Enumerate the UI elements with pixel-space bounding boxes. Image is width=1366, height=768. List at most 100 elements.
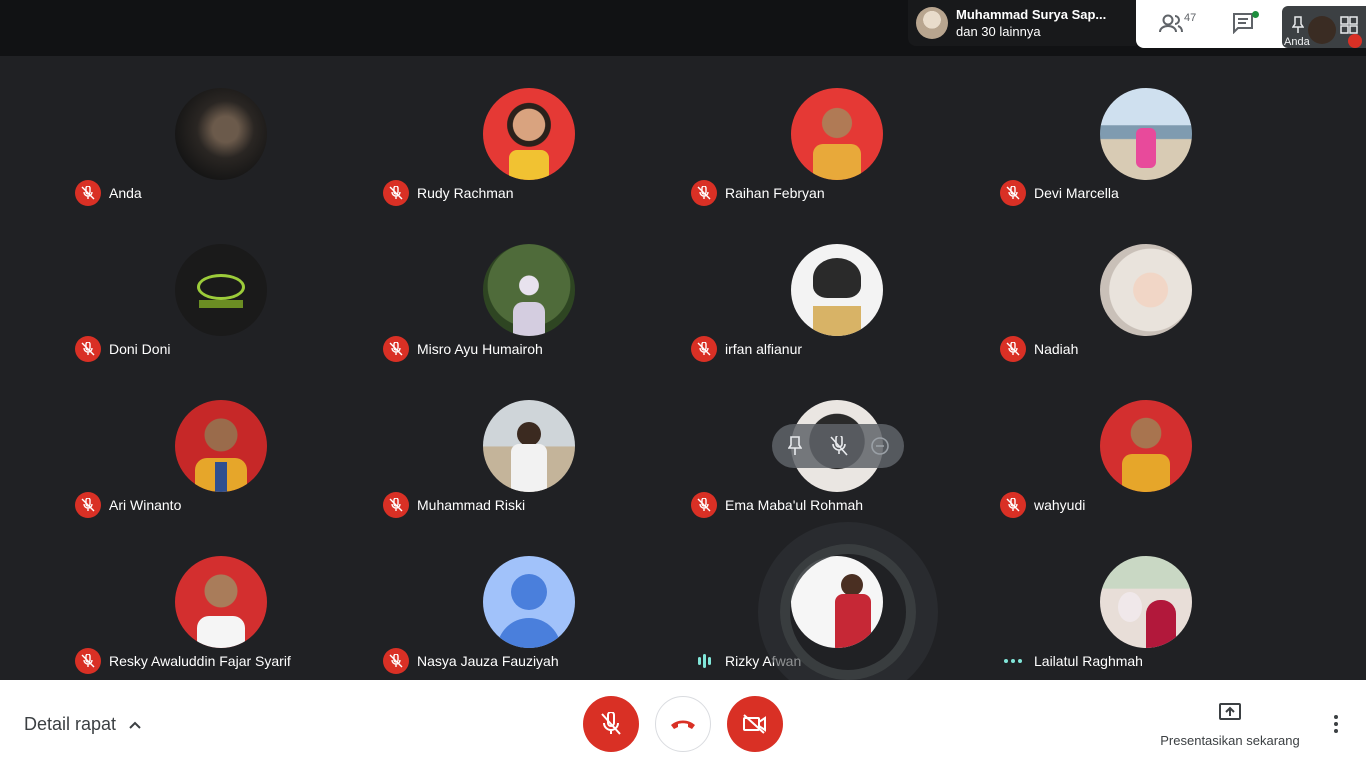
participant-tile[interactable]: Devi Marcella bbox=[992, 56, 1300, 212]
participant-tile[interactable]: Raihan Febryan bbox=[683, 56, 991, 212]
more-options-icon[interactable] bbox=[1328, 712, 1344, 736]
participant-tile[interactable]: Ari Winanto bbox=[67, 368, 375, 524]
participant-tile[interactable]: Resky Awaluddin Fajar Syarif bbox=[67, 524, 375, 680]
participant-name: Rizky Afwan bbox=[725, 653, 802, 669]
present-now-label: Presentasikan sekarang bbox=[1160, 733, 1300, 748]
participant-tile[interactable]: wahyudi bbox=[992, 368, 1300, 524]
hang-up-icon bbox=[671, 720, 695, 729]
mic-off-icon bbox=[75, 648, 101, 674]
presenter-name: Muhammad Surya Sap... bbox=[956, 7, 1107, 22]
participant-tile[interactable]: irfan alfianur bbox=[683, 212, 991, 368]
tile-hover-controls bbox=[772, 424, 904, 468]
participant-tile[interactable]: Rudy Rachman bbox=[375, 56, 683, 212]
self-mute-icon bbox=[1348, 34, 1362, 48]
participant-name-row: Muhammad Riski bbox=[383, 492, 525, 518]
microphone-toggle-button[interactable] bbox=[583, 696, 639, 752]
presenter-chip[interactable]: Muhammad Surya Sap... dan 30 lainnya bbox=[908, 0, 1136, 46]
mic-off-icon bbox=[691, 180, 717, 206]
participant-name-row: wahyudi bbox=[1000, 492, 1085, 518]
camera-toggle-button[interactable] bbox=[727, 696, 783, 752]
participant-name-row: irfan alfianur bbox=[691, 336, 802, 362]
participant-name: Ema Maba'ul Rohmah bbox=[725, 497, 864, 513]
mic-off-icon bbox=[691, 492, 717, 518]
participant-avatar bbox=[175, 244, 267, 336]
mic-off-icon bbox=[383, 336, 409, 362]
participant-avatar bbox=[791, 88, 883, 180]
participant-name: Ari Winanto bbox=[109, 497, 182, 513]
remove-icon[interactable] bbox=[870, 436, 890, 456]
top-actions: 47 Anda bbox=[1136, 0, 1366, 48]
mute-participant-icon[interactable] bbox=[830, 436, 848, 456]
participant-name-row: Rizky Afwan bbox=[691, 648, 801, 674]
participant-tile[interactable]: Nadiah bbox=[992, 212, 1300, 368]
participant-avatar bbox=[791, 244, 883, 336]
participant-name: Muhammad Riski bbox=[417, 497, 526, 513]
self-label: Anda bbox=[1284, 36, 1310, 48]
participant-avatar bbox=[483, 556, 575, 648]
participant-name-row: Resky Awaluddin Fajar Syarif bbox=[75, 648, 291, 674]
participant-name-row: Devi Marcella bbox=[1000, 180, 1119, 206]
connecting-dots-icon bbox=[1000, 648, 1026, 674]
chevron-up-icon bbox=[129, 721, 141, 729]
participant-name-row: Nadiah bbox=[1000, 336, 1078, 362]
meeting-details-button[interactable]: Detail rapat bbox=[24, 714, 142, 735]
layout-icon[interactable] bbox=[1340, 16, 1358, 34]
participant-avatar bbox=[483, 400, 575, 492]
camera-off-icon bbox=[743, 714, 766, 734]
participant-name: Resky Awaluddin Fajar Syarif bbox=[109, 653, 291, 669]
participant-avatar bbox=[175, 88, 267, 180]
participant-name: Nadiah bbox=[1034, 341, 1079, 357]
participant-name: Lailatul Raghmah bbox=[1034, 653, 1143, 669]
present-now-button[interactable]: Presentasikan sekarang bbox=[1150, 702, 1310, 748]
participant-name-row: Anda bbox=[75, 180, 142, 206]
participant-name-row: Rudy Rachman bbox=[383, 180, 514, 206]
mic-off-icon bbox=[383, 492, 409, 518]
mic-off-icon bbox=[75, 492, 101, 518]
participant-tile[interactable]: Muhammad Riski bbox=[375, 368, 683, 524]
participant-name-row: Nasya Jauza Fauziyah bbox=[383, 648, 559, 674]
participant-avatar bbox=[175, 556, 267, 648]
leave-call-button[interactable] bbox=[655, 696, 711, 752]
participant-name: Devi Marcella bbox=[1034, 185, 1119, 201]
people-icon[interactable] bbox=[1158, 12, 1184, 36]
participant-avatar bbox=[1100, 88, 1192, 180]
mic-off-icon bbox=[1000, 180, 1026, 206]
participant-avatar bbox=[483, 244, 575, 336]
participant-name-row: Misro Ayu Humairoh bbox=[383, 336, 543, 362]
self-avatar bbox=[1308, 16, 1336, 44]
participant-tile[interactable]: Anda bbox=[67, 56, 375, 212]
participant-name: wahyudi bbox=[1034, 497, 1086, 513]
participant-tile[interactable]: Doni Doni bbox=[67, 212, 375, 368]
participant-tile[interactable]: Lailatul Raghmah bbox=[992, 524, 1300, 680]
participant-tile[interactable]: Misro Ayu Humairoh bbox=[375, 212, 683, 368]
mic-off-icon bbox=[1000, 336, 1026, 362]
participant-name: Misro Ayu Humairoh bbox=[417, 341, 543, 357]
chat-icon[interactable] bbox=[1232, 12, 1254, 34]
participant-name: Rudy Rachman bbox=[417, 185, 514, 201]
participant-avatar bbox=[1100, 400, 1192, 492]
pin-icon[interactable] bbox=[1292, 16, 1304, 34]
participant-name: Raihan Febryan bbox=[725, 185, 825, 201]
participant-avatar bbox=[175, 400, 267, 492]
participant-name-row: Raihan Febryan bbox=[691, 180, 825, 206]
participant-tile[interactable]: Nasya Jauza Fauziyah bbox=[375, 524, 683, 680]
mic-off-icon bbox=[691, 336, 717, 362]
participant-name: irfan alfianur bbox=[725, 341, 803, 357]
pin-icon[interactable] bbox=[788, 436, 802, 456]
speaking-indicator-ring bbox=[780, 544, 916, 680]
mic-off-icon bbox=[75, 180, 101, 206]
self-view-tile[interactable]: Anda bbox=[1282, 6, 1366, 48]
participant-grid: Anda Rudy Rachman Raihan Febryan Devi Ma… bbox=[67, 56, 1300, 680]
chat-notification-dot bbox=[1252, 11, 1259, 18]
presenter-text: Muhammad Surya Sap... dan 30 lainnya bbox=[956, 6, 1106, 40]
mic-off-icon bbox=[75, 336, 101, 362]
participant-name: Nasya Jauza Fauziyah bbox=[417, 653, 559, 669]
participant-avatar bbox=[483, 88, 575, 180]
mic-off-icon bbox=[601, 712, 621, 735]
participant-name: Anda bbox=[109, 185, 142, 201]
mic-off-icon bbox=[383, 180, 409, 206]
bottom-bar: Detail rapat Presentasikan sekarang bbox=[0, 680, 1366, 768]
participant-name-row: Ema Maba'ul Rohmah bbox=[691, 492, 863, 518]
participant-name: Doni Doni bbox=[109, 341, 171, 357]
participant-name-row: Ari Winanto bbox=[75, 492, 181, 518]
